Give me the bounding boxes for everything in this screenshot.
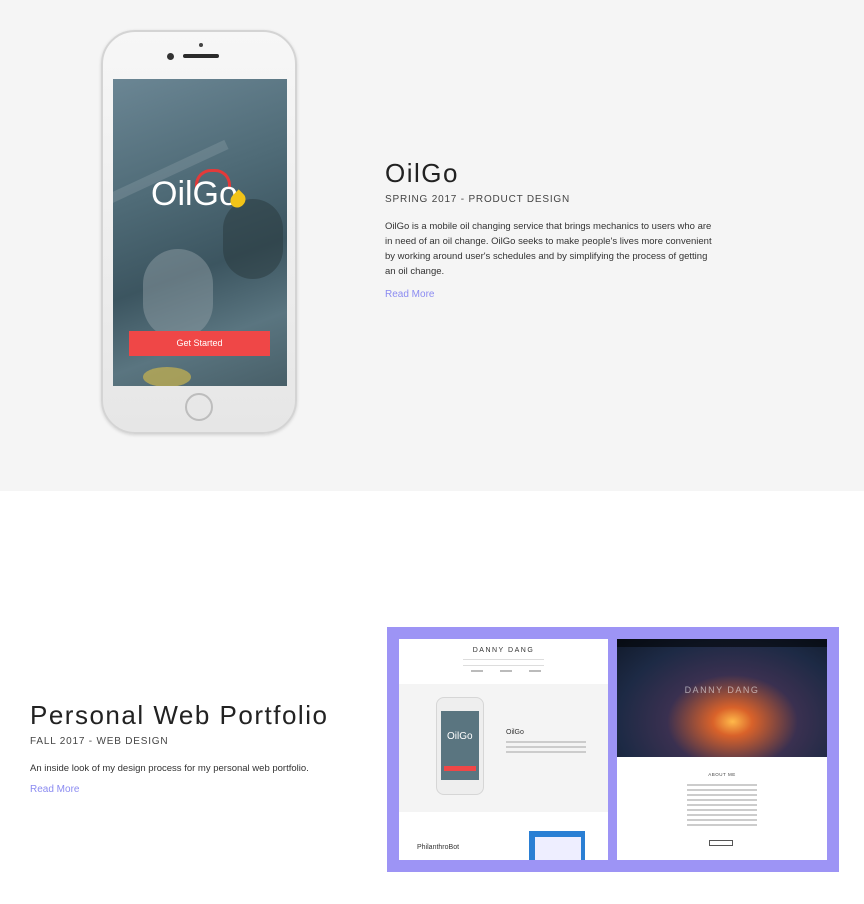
mockup-phone-screen: OilGo [441, 711, 479, 780]
mockup-second-project-title: PhilanthroBot [417, 844, 460, 851]
phone-speaker [183, 54, 219, 58]
project-oilgo-section: OilGo Get Started OilGo SPRING 2017 - PR… [0, 0, 864, 491]
mockup-tagline [463, 659, 544, 666]
phone-mockup: OilGo Get Started [101, 30, 297, 434]
mockup-project-title: OilGo [506, 729, 524, 736]
mockup-about-page: DANNY DANG ABOUT ME [617, 639, 827, 860]
phone-sensor [199, 43, 203, 47]
mockup-text-lines [506, 741, 586, 756]
portfolio-mockup-image: DANNY DANG OilGo OilGo PhilanthroBot DAN… [387, 627, 839, 872]
mockup-city-hero [617, 639, 827, 757]
read-more-link[interactable]: Read More [385, 289, 434, 300]
mockup-home-page: DANNY DANG OilGo OilGo PhilanthroBot [399, 639, 608, 860]
get-started-button[interactable]: Get Started [129, 331, 270, 356]
mockup-phone-logo: OilGo [447, 731, 473, 742]
screen-background-detail [143, 249, 213, 339]
mockup-button [709, 840, 733, 846]
phone-camera [167, 53, 174, 60]
mockup-phone: OilGo [436, 697, 484, 795]
project-subtitle: FALL 2017 - WEB DESIGN [30, 736, 169, 747]
mockup-about-title: ABOUT ME [708, 772, 736, 777]
screen-background-detail [143, 367, 191, 386]
phone-screen: OilGo Get Started [113, 79, 287, 386]
mockup-hero-name: DANNY DANG [684, 685, 760, 695]
portfolio-info: Personal Web Portfolio FALL 2017 - WEB D… [30, 700, 370, 797]
read-more-link[interactable]: Read More [30, 784, 79, 795]
project-subtitle: SPRING 2017 - PRODUCT DESIGN [385, 194, 571, 205]
project-title: Personal Web Portfolio [30, 700, 329, 730]
mockup-phone-button [444, 766, 476, 771]
mockup-site-name: DANNY DANG [472, 647, 535, 654]
project-description: An inside look of my design process for … [30, 763, 309, 774]
project-title: OilGo [385, 158, 459, 188]
oilgo-info: OilGo SPRING 2017 - PRODUCT DESIGN OilGo… [385, 158, 725, 302]
mockup-second-project-image [529, 831, 585, 860]
oilgo-logo: OilGo [151, 175, 238, 213]
mockup-topbar [617, 639, 827, 647]
mockup-text-lines [687, 784, 757, 829]
project-description: OilGo is a mobile oil changing service t… [385, 221, 712, 277]
phone-home-button [185, 393, 213, 421]
mockup-nav [471, 670, 541, 672]
